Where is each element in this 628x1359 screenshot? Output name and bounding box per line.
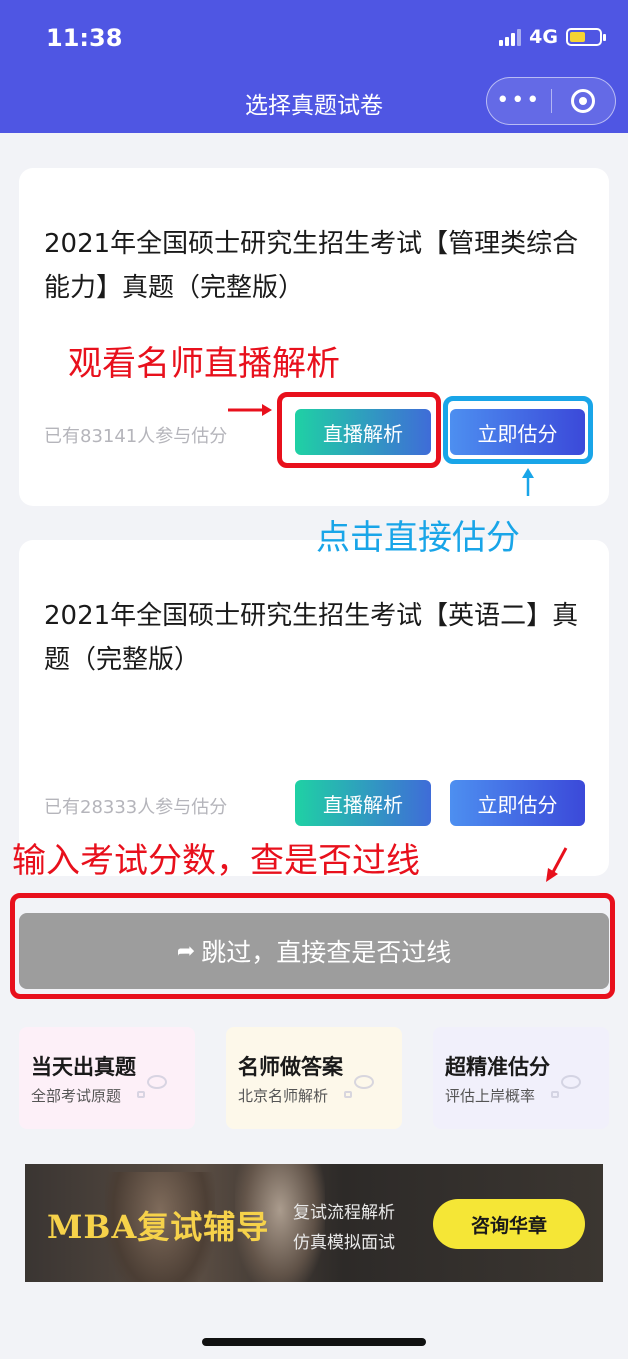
annotation-click-score: 点击直接估分: [316, 518, 520, 558]
signal-icon: [499, 28, 522, 46]
mini-program-capsule: •••: [486, 77, 616, 125]
decoration-icon: [561, 1075, 581, 1089]
battery-icon: [566, 28, 606, 46]
annotation-box-skip: [10, 893, 615, 999]
annotation-arrow-icon: [522, 468, 534, 496]
exam-card: 2021年全国硕士研究生招生考试【英语二】真题（完整版） 已有28333人参与估…: [19, 540, 609, 876]
more-dots-icon[interactable]: •••: [487, 90, 551, 112]
exam-title: 2021年全国硕士研究生招生考试【英语二】真题（完整版）: [44, 601, 579, 675]
feature-title: 超精准估分: [445, 1055, 550, 1079]
network-label: 4G: [529, 26, 558, 48]
annotation-box-live: [277, 392, 441, 468]
banner-line: 复试流程解析: [293, 1203, 395, 1223]
feature-tile: 超精准估分 评估上岸概率: [433, 1027, 609, 1129]
live-analysis-button[interactable]: 直播解析: [295, 780, 431, 826]
app-header: 11:38 4G 选择真题试卷 •••: [0, 0, 628, 133]
feature-subtitle: 全部考试原题: [31, 1087, 122, 1105]
decoration-icon: [551, 1091, 559, 1098]
feature-tile: 当天出真题 全部考试原题: [19, 1027, 195, 1129]
consult-button[interactable]: 咨询华章: [433, 1199, 585, 1249]
annotation-enter-score: 输入考试分数，查是否过线: [12, 841, 420, 881]
target-icon[interactable]: [552, 89, 616, 113]
exam-title: 2021年全国硕士研究生招生考试【管理类综合能力】真题（完整版）: [44, 229, 579, 303]
decoration-icon: [344, 1091, 352, 1098]
banner-line: 仿真模拟面试: [293, 1233, 395, 1253]
decoration-icon: [137, 1091, 145, 1098]
status-indicators: 4G: [499, 26, 606, 48]
feature-title: 当天出真题: [31, 1055, 136, 1079]
home-indicator: [202, 1338, 426, 1346]
estimate-score-button[interactable]: 立即估分: [450, 780, 585, 826]
feature-subtitle: 评估上岸概率: [445, 1087, 536, 1105]
annotation-watch-live: 观看名师直播解析: [68, 344, 340, 384]
promo-banner[interactable]: MBA复试辅导 复试流程解析 仿真模拟面试 咨询华章: [25, 1164, 603, 1282]
feature-tile: 名师做答案 北京名师解析: [226, 1027, 402, 1129]
status-time: 11:38: [46, 24, 123, 52]
decoration-icon: [354, 1075, 374, 1089]
annotation-arrow-icon: [228, 404, 272, 416]
participant-count: 已有83141人参与估分: [44, 426, 228, 447]
banner-title: MBA复试辅导: [47, 1208, 270, 1246]
decoration-icon: [147, 1075, 167, 1089]
annotation-arrow-icon: [546, 847, 568, 882]
participant-count: 已有28333人参与估分: [44, 797, 228, 818]
annotation-box-score: [443, 396, 593, 464]
feature-subtitle: 北京名师解析: [238, 1087, 329, 1105]
feature-title: 名师做答案: [238, 1055, 343, 1079]
